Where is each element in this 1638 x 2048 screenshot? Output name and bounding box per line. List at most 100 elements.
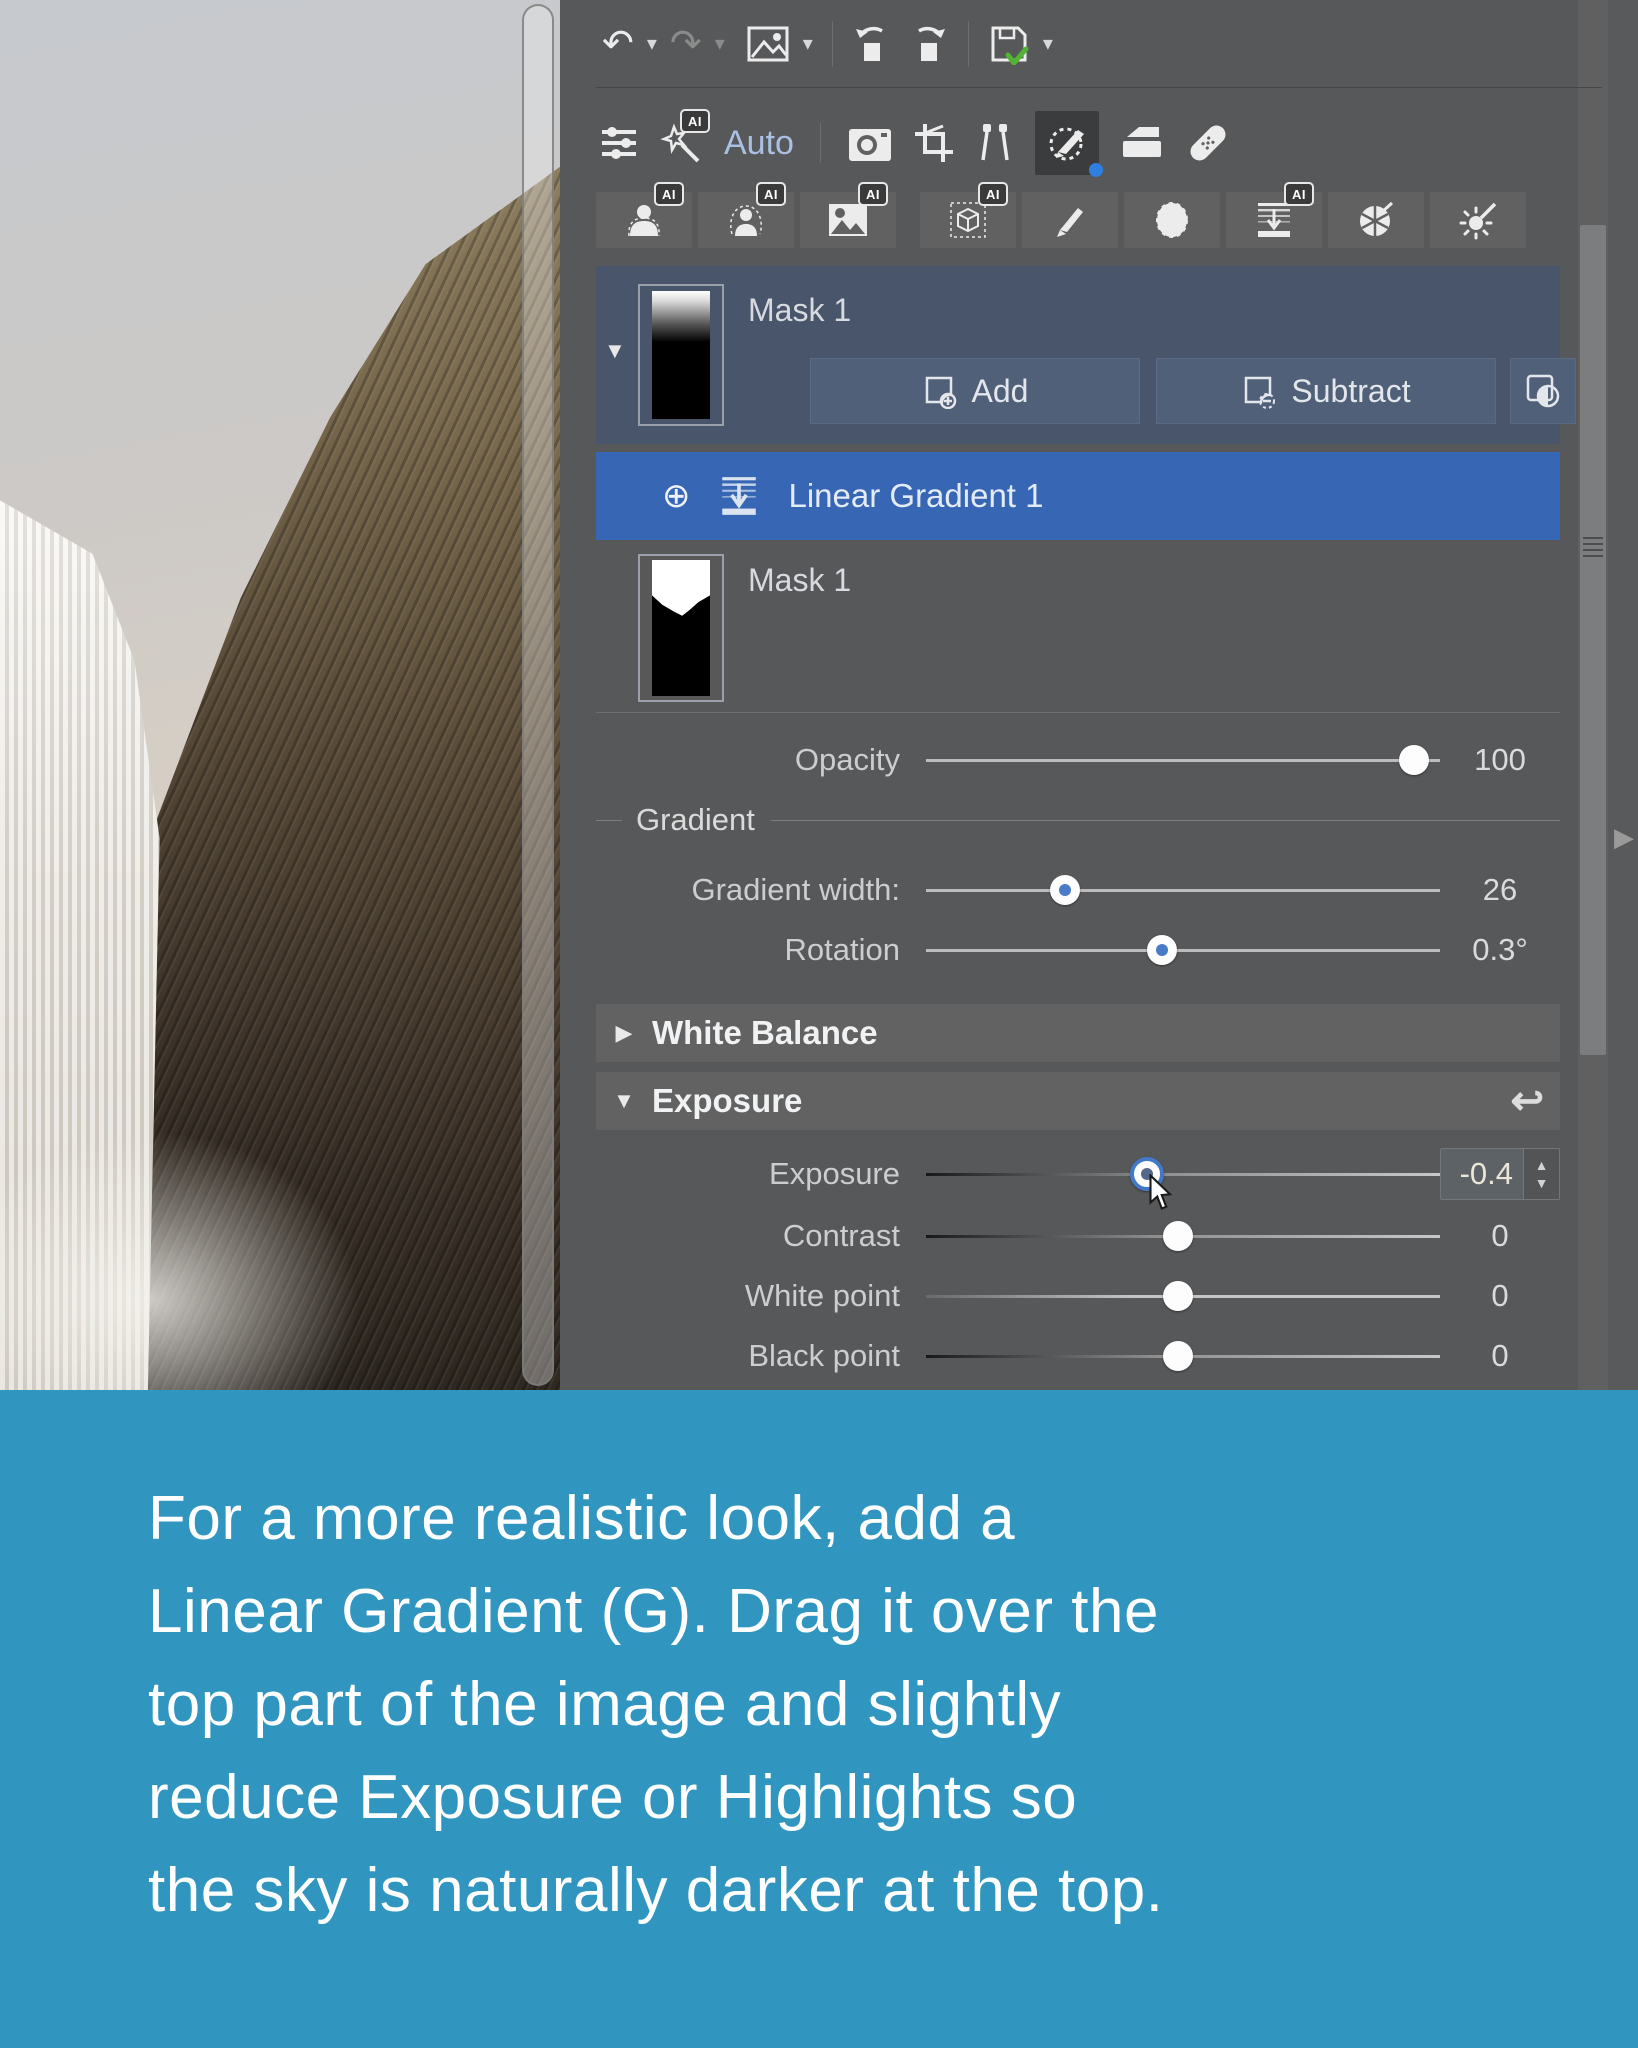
camera-raw-icon[interactable] — [847, 123, 893, 163]
gradient-width-slider-row: Gradient width: 26 — [596, 866, 1560, 914]
tools-toolbar: AI Auto — [596, 96, 1560, 190]
quick-adjustments-icon[interactable] — [598, 122, 640, 164]
chevron-down-icon[interactable]: ▼ — [596, 1088, 652, 1114]
white-point-slider-row: White point 0 — [596, 1272, 1560, 1320]
white-point-slider-thumb[interactable] — [1163, 1281, 1193, 1311]
ellipse-selection-tool[interactable] — [1124, 192, 1220, 248]
mouse-cursor — [1149, 1174, 1176, 1213]
exposure-value[interactable]: -0.4 — [1441, 1149, 1523, 1199]
spinner-arrows-icon[interactable]: ▲▼ — [1523, 1149, 1559, 1199]
toolbar-separator — [832, 21, 833, 67]
save-icon[interactable] — [988, 23, 1030, 65]
redo-dropdown-icon[interactable]: ▾ — [715, 31, 725, 56]
layers-icon[interactable] — [1119, 123, 1165, 163]
reset-section-icon[interactable]: ↩ — [1510, 1078, 1544, 1124]
select-subject-tool[interactable]: AI — [596, 192, 692, 248]
auto-enhance-wand-icon[interactable]: AI — [660, 121, 704, 165]
invert-mask-icon — [1524, 372, 1562, 410]
local-adjustments-tool-selected[interactable] — [1035, 111, 1099, 175]
panel-scrollbar[interactable] — [1578, 0, 1608, 1390]
exposure-label: Exposure — [596, 1156, 926, 1192]
linear-gradient-tool[interactable]: AI — [1226, 192, 1322, 248]
opacity-slider[interactable] — [926, 736, 1440, 784]
layer-row-linear-gradient[interactable]: ⊕ Linear Gradient 1 — [596, 452, 1560, 540]
white-balance-section-header[interactable]: ▶ White Balance — [596, 1004, 1560, 1062]
select-portrait-tool[interactable]: AI — [698, 192, 794, 248]
undo-icon[interactable]: ↶ — [602, 25, 634, 63]
rotation-value: 0.3° — [1440, 932, 1560, 968]
save-dropdown-icon[interactable]: ▾ — [1043, 31, 1053, 56]
mask2-thumbnail[interactable] — [638, 554, 724, 702]
history-toolbar: ↶ ▾ ↷ ▾ ▾ — [596, 0, 1602, 88]
contrast-label: Contrast — [596, 1218, 926, 1254]
photo-preview — [0, 0, 560, 1390]
panel-content: ↶ ▾ ↷ ▾ ▾ — [596, 0, 1560, 1390]
rotation-slider[interactable] — [926, 926, 1440, 974]
contrast-slider-thumb[interactable] — [1163, 1221, 1193, 1251]
opacity-slider-row: Opacity 100 — [596, 736, 1560, 784]
rotation-label: Rotation — [596, 932, 926, 968]
mask-gradient-preview — [652, 291, 710, 419]
rotation-slider-thumb[interactable] — [1147, 935, 1177, 965]
gradient-width-slider[interactable] — [926, 866, 1440, 914]
panel-collapse-icon[interactable]: ▶ — [1614, 822, 1634, 853]
selection-brush-tool[interactable] — [1022, 192, 1118, 248]
opacity-label: Opacity — [596, 742, 926, 778]
filter-brush-tool[interactable] — [1430, 192, 1526, 248]
select-sky-tool[interactable]: AI — [800, 192, 896, 248]
undo-dropdown-icon[interactable]: ▾ — [647, 31, 657, 56]
exposure-value-box: -0.4 ▲▼ — [1440, 1148, 1560, 1200]
mask-invert-button[interactable] — [1510, 358, 1576, 424]
mask-gradient-thumbnail[interactable] — [638, 284, 724, 426]
select-object-tool[interactable]: AI — [920, 192, 1016, 248]
add-adjustment-icon[interactable]: ⊕ — [662, 476, 691, 516]
ai-badge: AI — [680, 109, 710, 133]
chevron-right-icon[interactable]: ▶ — [596, 1020, 652, 1046]
opacity-slider-thumb[interactable] — [1399, 745, 1429, 775]
mask-panel: ▼ Mask 1 Add — [596, 266, 1560, 444]
crop-icon[interactable] — [913, 122, 955, 164]
mask-title: Mask 1 — [748, 292, 851, 329]
preview-divider-handle[interactable] — [522, 4, 554, 1386]
mask2-title: Mask 1 — [748, 562, 851, 599]
auto-button[interactable]: Auto — [724, 124, 794, 163]
toolbar-separator — [820, 123, 821, 163]
ai-badge: AI — [858, 182, 888, 206]
black-point-label: Black point — [596, 1338, 926, 1374]
exposure-spinbox[interactable]: -0.4 ▲▼ — [1440, 1148, 1560, 1200]
ai-badge: AI — [654, 182, 684, 206]
scrollbar-handle[interactable] — [1580, 225, 1606, 1055]
edit-panel: ▶ ↶ ▾ ↷ ▾ — [560, 0, 1638, 1390]
radial-gradient-tool[interactable] — [1328, 192, 1424, 248]
white-point-value: 0 — [1440, 1278, 1560, 1314]
rotate-right-icon[interactable] — [907, 23, 949, 65]
alignment-pins-icon[interactable] — [975, 122, 1015, 164]
image-icon[interactable] — [746, 25, 790, 63]
mask2-preview — [652, 560, 710, 696]
opacity-value: 100 — [1440, 742, 1560, 778]
redo-icon[interactable]: ↷ — [670, 25, 702, 63]
white-point-label: White point — [596, 1278, 926, 1314]
rotation-slider-row: Rotation 0.3° — [596, 926, 1560, 974]
exposure-slider-row: Exposure -0.4 ▲▼ — [596, 1150, 1560, 1198]
white-point-slider[interactable] — [926, 1272, 1440, 1320]
ai-badge: AI — [978, 182, 1008, 206]
mask-subtract-button[interactable]: Subtract — [1156, 358, 1496, 424]
contrast-slider[interactable] — [926, 1212, 1440, 1260]
tool-selected-dot — [1089, 163, 1103, 177]
panel-edge-rail: ▶ — [1608, 0, 1638, 1390]
mask-add-button[interactable]: Add — [810, 358, 1140, 424]
mask2-row[interactable]: Mask 1 — [596, 554, 1560, 704]
healing-bandage-icon[interactable] — [1185, 120, 1231, 166]
tip-banner-text: For a more realistic look, add a Linear … — [148, 1472, 1163, 1937]
black-point-slider-thumb[interactable] — [1163, 1341, 1193, 1371]
rotate-left-icon[interactable] — [852, 23, 894, 65]
exposure-slider[interactable] — [926, 1150, 1440, 1198]
gradient-width-slider-thumb[interactable] — [1050, 875, 1080, 905]
exposure-section-header[interactable]: ▼ Exposure ↩ — [596, 1072, 1560, 1130]
image-dropdown-icon[interactable]: ▾ — [803, 31, 813, 56]
contrast-slider-row: Contrast 0 — [596, 1212, 1560, 1260]
mask-collapse-icon[interactable]: ▼ — [604, 338, 626, 364]
black-point-slider[interactable] — [926, 1332, 1440, 1380]
gradient-group-label: Gradient — [636, 802, 755, 838]
